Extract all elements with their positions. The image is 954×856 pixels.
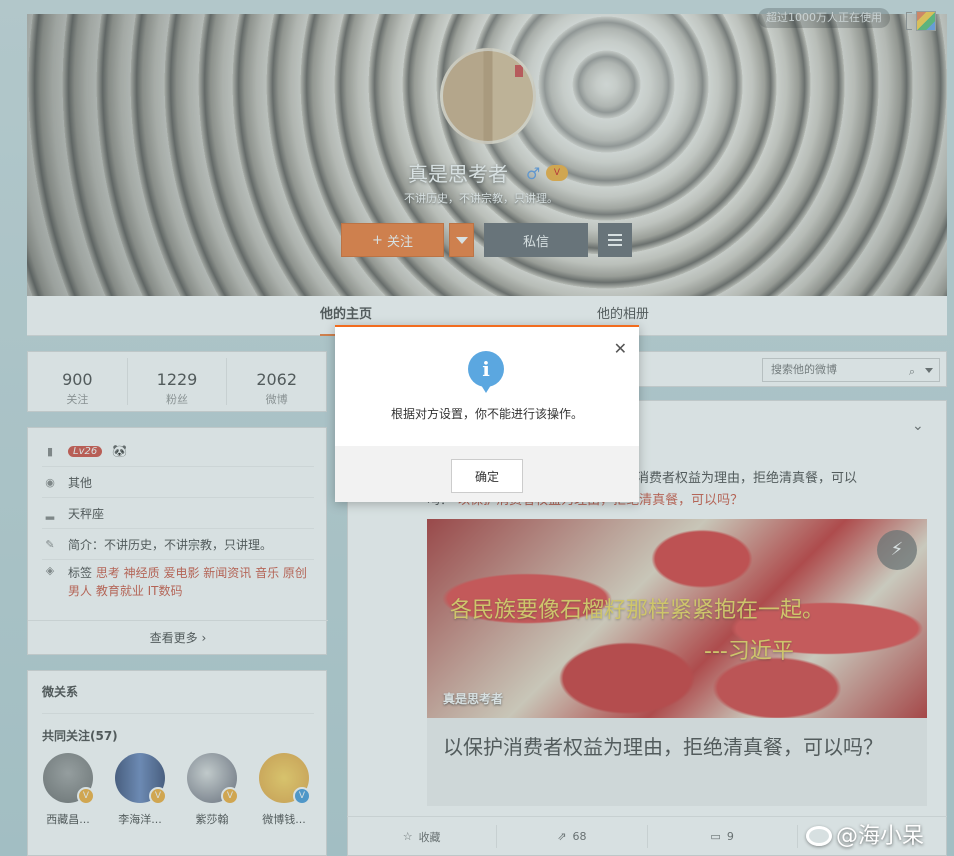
info-icon: i: [468, 351, 504, 393]
dialog-message: 根据对方设置，你不能进行该操作。: [390, 407, 583, 421]
watermark: @海小呆: [806, 818, 924, 850]
confirm-button[interactable]: 确定: [451, 459, 523, 493]
close-icon[interactable]: ✕: [614, 339, 627, 358]
weibo-logo-icon: [806, 826, 832, 846]
alert-dialog: ✕ i 根据对方设置，你不能进行该操作。 确定: [335, 325, 639, 502]
